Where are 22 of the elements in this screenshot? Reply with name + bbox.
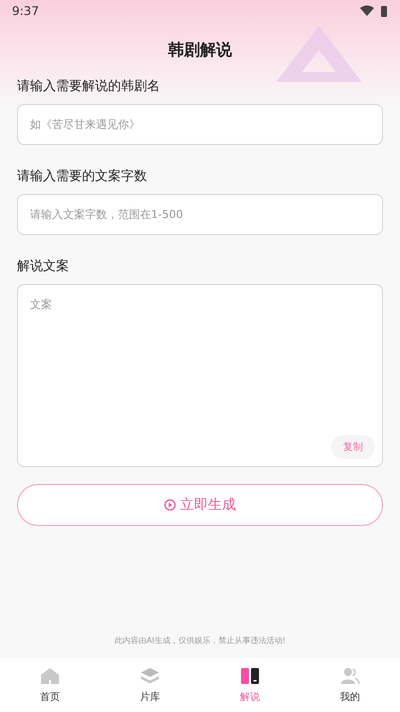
field-label: 请输入需要的文案字数 <box>17 168 148 185</box>
copy-button[interactable]: 复制 <box>331 435 375 459</box>
nav-tab[interactable]: 首页 <box>0 658 100 712</box>
field-label: 请输入需要解说的韩剧名 <box>17 78 161 95</box>
status-time: 9:37 <box>12 4 39 18</box>
field-label: 解说文案 <box>17 258 70 275</box>
triangle-decoration-icon <box>274 24 364 84</box>
nav-tab[interactable]: 解说 <box>200 658 300 712</box>
play-icon <box>164 499 176 511</box>
layers-icon <box>140 666 160 684</box>
user-icon <box>340 666 360 684</box>
text-area[interactable]: 文案 复制 <box>17 284 383 467</box>
input-field[interactable]: 请输入文案字数，范围在1-500 <box>17 194 383 235</box>
home-icon <box>40 666 60 684</box>
disclaimer-text: 此内容由AI生成，仅供娱乐，禁止从事违法活动! <box>113 635 287 647</box>
nav-tab[interactable]: 片库 <box>100 658 200 712</box>
input-field[interactable]: 如《苦尽甘来遇见你》 <box>17 104 383 145</box>
book-icon <box>240 666 260 684</box>
generate-button[interactable]: 立即生成 <box>17 484 383 526</box>
nav-tab[interactable]: 我的 <box>300 658 400 712</box>
page-title: 韩剧解说 <box>167 40 233 61</box>
status-icons <box>360 5 388 17</box>
